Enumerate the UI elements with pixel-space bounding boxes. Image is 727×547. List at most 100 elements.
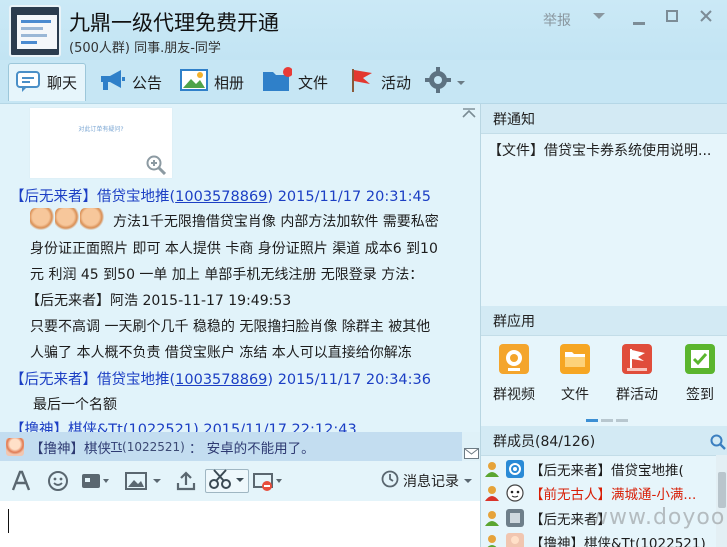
app-group-video[interactable]: 群视频 <box>493 344 535 408</box>
report-button[interactable]: 举报 <box>543 10 571 30</box>
group-avatar[interactable] <box>9 5 61 57</box>
sender-name[interactable]: 【后无来者】借贷宝地推( <box>10 189 175 205</box>
clock-icon <box>381 470 399 492</box>
menu-dropdown-icon[interactable] <box>592 9 606 25</box>
message-text: 元 利润 45 到50 一单 加上 单部手机无线注册 无限登录 方法： <box>30 267 424 283</box>
chevron-down-icon <box>463 473 473 489</box>
chat-history[interactable]: 对此订单有疑问? 【后无来者】借贷宝地推(1003578869) 2015/11… <box>0 104 480 432</box>
sender-name[interactable]: 【后无来者】借贷宝地推( <box>10 372 175 388</box>
message-text: 方法1千无限撸借贷宝肖像 内部方法加软件 需要私密 <box>113 214 439 230</box>
message-text: 人骗了 本人概不负责 借贷宝账户 冻结 本人可以直接给你解冻 <box>30 345 412 361</box>
message-header: 【撸神】棋侠&Tt(1022521) 2015/11/17 22:12:43 <box>10 418 357 432</box>
tab-files[interactable]: 文件 <box>262 63 328 101</box>
app-files[interactable]: 文件 <box>555 344 595 408</box>
app-label: 群视频 <box>493 387 535 403</box>
collapse-icon[interactable] <box>462 106 476 122</box>
avatar <box>6 437 24 456</box>
sender-qq-link[interactable]: 1003578869 <box>175 372 267 388</box>
latest-message-bar[interactable]: 【撸神】棋侠 Tt (1022521) ： 安卓的不能用了。 <box>0 432 462 461</box>
app-check-in[interactable]: 签到 <box>680 344 720 408</box>
text-caret <box>8 509 9 533</box>
tab-announcement-label: 公告 <box>132 73 163 92</box>
message-input[interactable] <box>0 501 480 547</box>
member-item[interactable]: 【前无古人】满城通-小满... <box>484 481 714 505</box>
tab-album[interactable]: 相册 <box>180 63 244 101</box>
message-header: 【后无来者】借贷宝地推(1003578869) 2015/11/17 20:31… <box>10 185 431 206</box>
chevron-down-icon <box>234 468 246 494</box>
chat-bubble-icon <box>15 69 41 97</box>
settings-menu[interactable] <box>424 63 466 101</box>
chevron-down-icon <box>456 73 466 91</box>
megaphone-icon <box>98 67 126 97</box>
flag-icon <box>622 344 652 374</box>
photo-album-icon <box>180 68 208 96</box>
group-notice-title: 群通知 <box>481 104 727 134</box>
message-text: 只要不高调 一天刷个几千 稳稳的 无限撸扫脸肖像 除群主 被其他 <box>30 319 431 335</box>
message-settings-icon[interactable] <box>252 469 284 493</box>
upload-icon[interactable] <box>175 469 197 493</box>
message-time: ) 2015/11/17 22:12:43 <box>193 422 357 432</box>
app-group-activity[interactable]: 群活动 <box>616 344 658 408</box>
zoom-in-icon[interactable] <box>146 155 167 176</box>
notice-sender-tag: 【撸神】棋侠 <box>30 440 111 457</box>
message-history-label: 消息记录 <box>403 474 459 490</box>
font-icon[interactable] <box>10 469 32 493</box>
member-item[interactable]: 【后无来者】借贷宝地推( <box>484 457 714 481</box>
shared-image-thumbnail[interactable]: 对此订单有疑问? <box>30 108 172 178</box>
message-header: 【后无来者】借贷宝地推(1003578869) 2015/11/17 20:34… <box>10 368 431 389</box>
member-status-icon <box>484 510 500 526</box>
video-icon <box>499 344 529 374</box>
notice-sender-qq: (1022521) <box>122 439 185 454</box>
close-icon[interactable] <box>700 10 712 26</box>
member-avatar <box>506 484 524 502</box>
tab-files-label: 文件 <box>298 73 329 92</box>
sender-qq-link[interactable]: 1003578869 <box>175 189 267 205</box>
flag-icon <box>349 67 375 97</box>
tab-activity-label: 活动 <box>381 73 412 92</box>
sender-qq-link[interactable]: 1022521 <box>129 422 194 432</box>
tab-announcement[interactable]: 公告 <box>98 63 162 101</box>
member-status-icon <box>484 485 500 501</box>
members-scrollbar-thumb[interactable] <box>718 472 726 508</box>
group-name: 九鼎一级代理免费开通 <box>69 11 279 35</box>
clapping-emoji-icon <box>30 208 108 234</box>
tab-chat[interactable]: 聊天 <box>8 63 87 101</box>
app-label: 群活动 <box>616 387 658 403</box>
image-icon[interactable] <box>124 469 166 493</box>
group-notice-item[interactable]: 【文件】借贷宝卡券系统使用说明... <box>488 140 724 160</box>
member-item[interactable]: 【撸神】棋侠&Tt(1022521) <box>484 530 714 547</box>
scissors-icon <box>208 468 234 494</box>
gif-icon[interactable] <box>80 469 110 493</box>
notice-sender-suffix: Tt <box>111 440 123 453</box>
minimize-icon[interactable] <box>633 14 645 30</box>
message-text: 最后一个名额 <box>33 397 117 413</box>
tab-album-label: 相册 <box>214 73 245 92</box>
search-icon[interactable] <box>710 434 726 450</box>
message-history-button[interactable]: 消息记录 <box>381 470 473 492</box>
folder-icon <box>560 344 590 374</box>
group-apps-title: 群应用 <box>481 306 727 336</box>
message-time: ) 2015/11/17 20:31:45 <box>267 189 431 205</box>
screenshot-button[interactable] <box>205 469 249 493</box>
checkin-icon <box>685 344 715 374</box>
message-time: ) 2015/11/17 20:34:36 <box>267 372 431 388</box>
title-bar: 九鼎一级代理免费开通 (500人群) 同事.朋友-同学 举报 <box>0 0 727 60</box>
member-status-icon <box>484 534 500 547</box>
group-toolbar: 聊天 公告 相册 文件 活动 <box>0 60 727 104</box>
tab-chat-label: 聊天 <box>47 74 78 92</box>
member-name: 【撸神】棋侠&Tt(1022521) <box>530 536 706 547</box>
member-name: 【后无来者】借贷宝地推( <box>530 463 684 479</box>
member-name: 【前无古人】满城通-小满... <box>530 487 697 503</box>
notice-text: ： 安卓的不能用了。 <box>188 440 315 457</box>
sender-name[interactable]: 【撸神】棋侠&Tt( <box>10 422 129 432</box>
member-avatar <box>506 509 524 527</box>
member-avatar <box>506 533 524 547</box>
image-caption: 对此订单有疑问? <box>78 126 124 133</box>
gear-icon <box>424 66 452 98</box>
mail-icon[interactable] <box>464 447 479 459</box>
message-text: 身份证正面照片 即可 本人提供 卡商 身份证照片 渠道 成本6 到10 <box>30 241 438 257</box>
tab-activity[interactable]: 活动 <box>349 63 411 101</box>
maximize-icon[interactable] <box>666 10 678 26</box>
emoji-icon[interactable] <box>47 469 69 493</box>
apps-page-indicator[interactable] <box>586 410 631 426</box>
